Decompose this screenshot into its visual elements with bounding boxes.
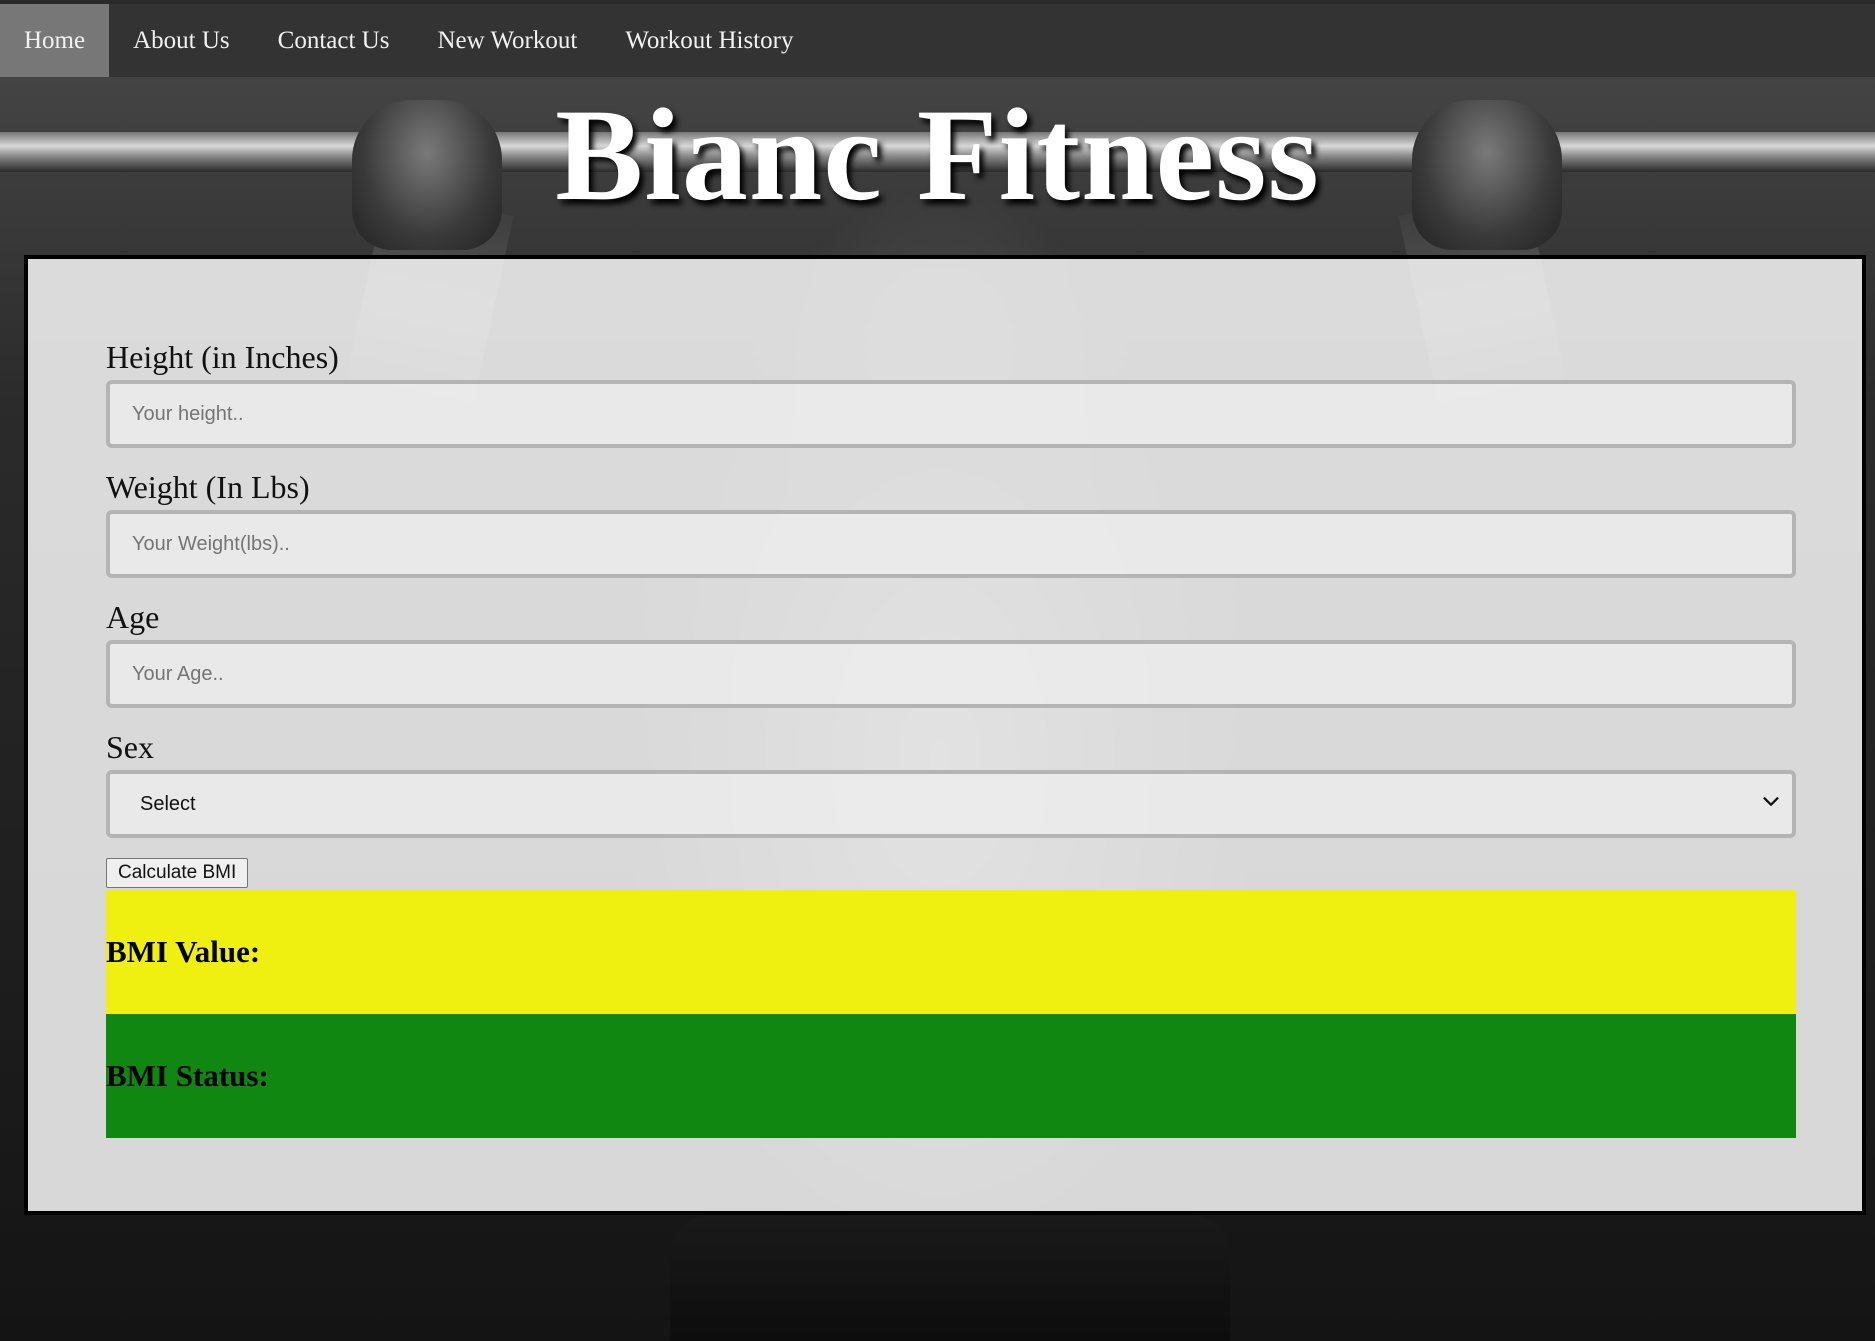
height-label: Height (in Inches): [106, 339, 339, 375]
sex-label: Sex: [106, 729, 154, 765]
weight-input[interactable]: [106, 510, 1796, 578]
bmi-status-label: BMI Status:: [106, 1058, 269, 1093]
chevron-down-icon: [1763, 797, 1779, 806]
site-title: Bianc Fitness: [555, 81, 1320, 228]
bmi-form-panel: Height (in Inches) Weight (In Lbs) Age S…: [24, 255, 1866, 1215]
nav-new-workout[interactable]: New Workout: [413, 4, 601, 77]
nav-contact-us[interactable]: Contact Us: [254, 4, 414, 77]
bmi-value-label: BMI Value:: [106, 934, 261, 969]
nav-home[interactable]: Home: [0, 4, 110, 77]
nav-about-us[interactable]: About Us: [109, 4, 254, 77]
height-input[interactable]: [106, 380, 1796, 448]
bmi-value-row: BMI Value:: [106, 890, 1796, 1014]
bmi-form: Height (in Inches) Weight (In Lbs) Age S…: [106, 334, 1796, 1138]
age-input[interactable]: [106, 640, 1796, 708]
calculate-bmi-button[interactable]: Calculate BMI: [106, 858, 249, 888]
weight-label: Weight (In Lbs): [106, 469, 310, 505]
shorts: [670, 1215, 1230, 1341]
sex-select-value: Select: [140, 793, 196, 815]
sex-select[interactable]: Select: [106, 770, 1796, 838]
top-navigation: Home About Us Contact Us New Workout Wor…: [0, 0, 1875, 77]
age-label: Age: [106, 599, 160, 635]
nav-workout-history[interactable]: Workout History: [601, 4, 817, 77]
bmi-status-row: BMI Status:: [106, 1014, 1796, 1138]
